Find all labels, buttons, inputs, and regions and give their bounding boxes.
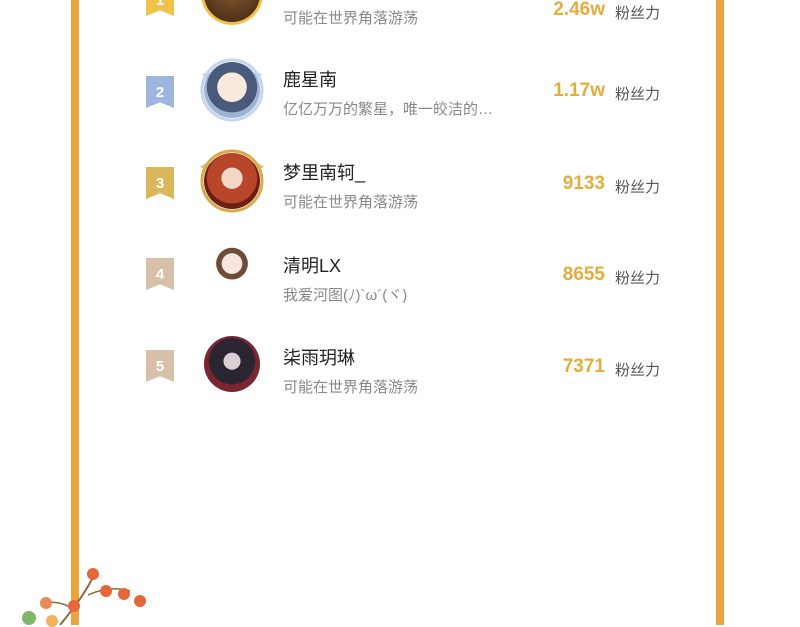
avatar-frame <box>198 0 266 28</box>
fan-unit-label: 粉丝力 <box>614 270 660 287</box>
avatar[interactable] <box>204 62 260 118</box>
avatar-frame <box>198 56 266 124</box>
rank-number: 2 <box>155 83 165 101</box>
berry-icon <box>118 588 130 600</box>
rank-badge-3: 3 <box>146 167 174 199</box>
avatar-frame <box>198 238 266 306</box>
fan-count: 9133 <box>562 173 605 194</box>
ranking-row-2[interactable]: 2 鹿星南 亿亿万万的繁星，唯一皎洁的… 1.17w 粉丝力 <box>140 52 680 132</box>
rank-number: 5 <box>155 357 165 375</box>
fan-unit-label: 粉丝力 <box>614 5 660 22</box>
avatar-frame <box>198 330 266 398</box>
leaf-icon <box>22 611 36 625</box>
user-signature: 亿亿万万的繁星，唯一皎洁的… <box>283 101 494 118</box>
user-name[interactable]: 柒雨玥琳 <box>283 344 355 370</box>
avatar-frame <box>198 147 266 215</box>
berry-icon <box>40 597 52 609</box>
ranking-row-3[interactable]: 3 梦里南轲_ 可能在世界角落游荡 9133 粉丝力 <box>140 145 680 225</box>
berry-icon <box>87 568 99 580</box>
rank-number: 4 <box>155 265 165 283</box>
fan-unit-label: 粉丝力 <box>614 362 660 379</box>
avatar[interactable] <box>204 244 260 300</box>
ranking-row-5[interactable]: 5 柒雨玥琳 可能在世界角落游荡 7371 粉丝力 <box>140 330 680 410</box>
berry-branch-decoration <box>0 555 180 627</box>
frame-left-border <box>71 0 79 625</box>
rank-badge-2: 2 <box>146 76 174 108</box>
user-name[interactable]: 梦里南轲_ <box>283 159 365 185</box>
rank-badge-1: 1 <box>146 0 174 16</box>
avatar[interactable] <box>204 336 260 392</box>
avatar[interactable] <box>204 153 260 209</box>
user-signature: 可能在世界角落游荡 <box>283 10 419 27</box>
user-name[interactable]: 清明LX <box>283 252 341 278</box>
leaf-icon <box>46 615 58 627</box>
ranking-row-1[interactable]: 1 可能在世界角落游荡 2.46w 粉丝力 <box>140 0 680 40</box>
fan-count: 8655 <box>562 264 605 285</box>
fan-unit-label: 粉丝力 <box>614 86 660 103</box>
berry-icon <box>68 600 80 612</box>
avatar[interactable] <box>201 0 263 25</box>
rank-number: 3 <box>155 174 165 192</box>
fan-unit-label: 粉丝力 <box>614 179 660 196</box>
rank-number: 1 <box>155 0 165 9</box>
berry-icon <box>134 595 146 607</box>
user-signature: 可能在世界角落游荡 <box>283 194 419 211</box>
frame-right-border <box>716 0 724 625</box>
fan-count: 1.17w <box>553 80 605 101</box>
user-signature: 可能在世界角落游荡 <box>283 379 419 396</box>
fan-count: 2.46w <box>553 0 605 20</box>
user-signature: 我爱河图(ﾉ)`ω´(ヾ) <box>283 287 408 304</box>
berry-icon <box>100 585 112 597</box>
fan-count: 7371 <box>562 356 605 377</box>
ranking-row-4[interactable]: 4 清明LX 我爱河图(ﾉ)`ω´(ヾ) 8655 粉丝力 <box>140 238 680 318</box>
user-name[interactable]: 鹿星南 <box>283 66 337 92</box>
rank-badge-5: 5 <box>146 350 174 382</box>
rank-badge-4: 4 <box>146 258 174 290</box>
